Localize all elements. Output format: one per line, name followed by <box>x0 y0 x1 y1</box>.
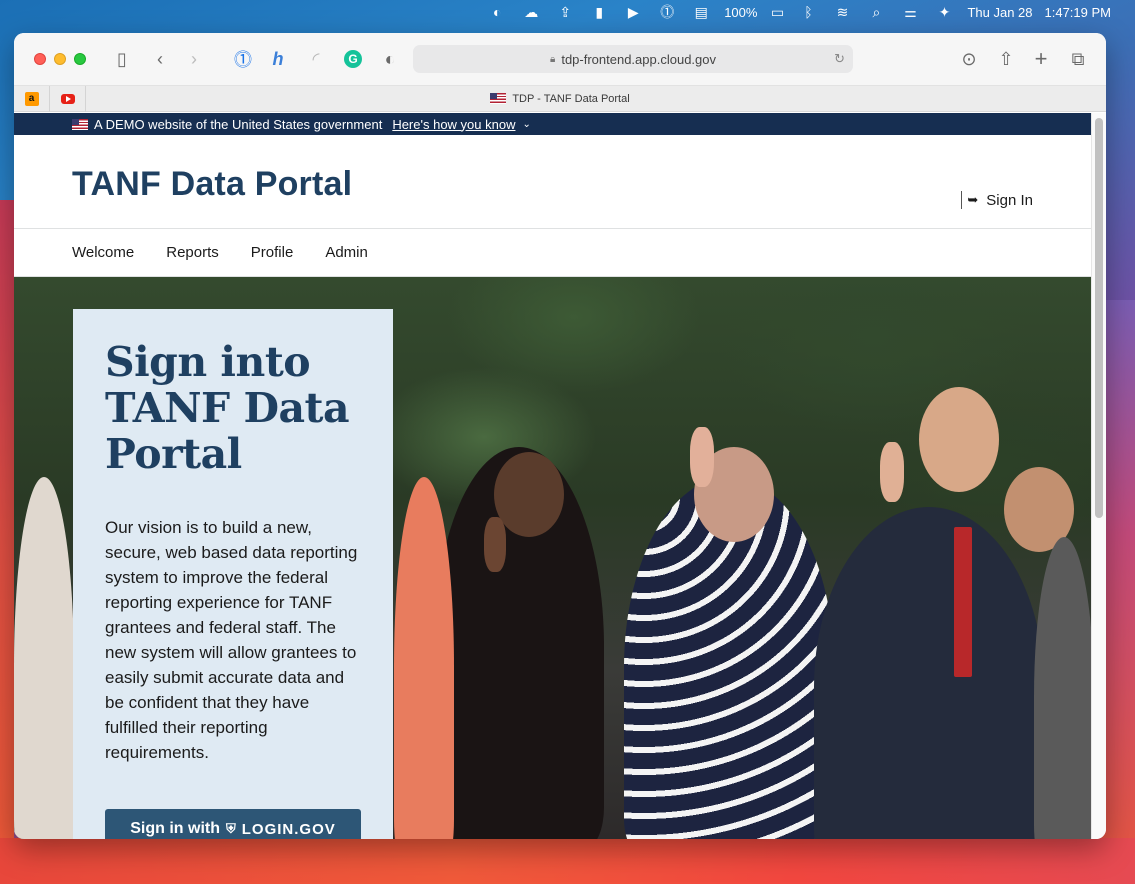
forward-arrow-icon[interactable]: › <box>182 47 206 71</box>
rss-extension-icon[interactable]: ◜ <box>304 47 328 71</box>
desktop-wallpaper-bottom <box>0 838 1135 884</box>
zoom-window-button[interactable] <box>74 53 86 65</box>
gov-banner-text: A DEMO website of the United States gove… <box>94 116 383 132</box>
active-tab[interactable]: TDP - TANF Data Portal <box>14 93 1106 105</box>
sign-in-card: Sign into TANF Data Portal Our vision is… <box>73 309 393 839</box>
bookmark-icon[interactable]: ▮ <box>582 0 616 24</box>
primary-nav: Welcome Reports Profile Admin <box>14 229 1091 277</box>
onepassword-extension-icon[interactable]: ⓵ <box>231 47 255 71</box>
minimize-window-button[interactable] <box>54 53 66 65</box>
sign-in-icon: ➥ <box>967 192 979 207</box>
safari-window: ▯ ‹ › ⓵ h ◜ G ◐ 🔒︎ tdp-frontend.app.clou… <box>14 33 1106 839</box>
us-flag-icon <box>72 118 88 130</box>
onepassword-icon[interactable]: ⓵ <box>650 0 684 24</box>
chevron-down-icon[interactable]: ⌄ <box>522 119 530 130</box>
control-center-icon[interactable]: ⚌ <box>893 0 927 24</box>
tab-title-text: TDP - TANF Data Portal <box>512 92 630 105</box>
siri-icon[interactable]: ✦ <box>927 0 961 24</box>
privacy-shield-icon[interactable]: ◐ <box>378 47 402 71</box>
address-bar[interactable]: 🔒︎ tdp-frontend.app.cloud.gov ↻ <box>413 45 853 73</box>
spotlight-search-icon[interactable]: ⌕ <box>859 0 893 24</box>
wifi-icon[interactable]: ≋ <box>825 0 859 24</box>
battery-percentage[interactable]: 100% <box>718 5 763 20</box>
gov-banner: A DEMO website of the United States gove… <box>14 113 1091 135</box>
hero-heading: Sign into TANF Data Portal <box>105 338 350 478</box>
reload-icon[interactable]: ↻ <box>834 51 845 67</box>
calendar-icon[interactable]: ▤ <box>684 0 718 24</box>
menubar-date[interactable]: Thu Jan 28 <box>961 5 1038 20</box>
login-button-prefix: Sign in with <box>130 820 220 837</box>
honey-extension-icon[interactable]: h <box>266 47 290 71</box>
nav-item-welcome[interactable]: Welcome <box>72 244 134 261</box>
nav-item-admin[interactable]: Admin <box>325 244 368 261</box>
lock-icon: 🔒︎ <box>550 53 556 65</box>
nav-item-profile[interactable]: Profile <box>251 244 294 261</box>
favorites-and-tab-bar: a TDP - TANF Data Portal <box>14 85 1106 112</box>
login-gov-brand: LOGIN.GOV <box>241 820 336 838</box>
grammarly-extension-icon[interactable]: G <box>341 47 365 71</box>
battery-icon[interactable]: ▭ <box>763 0 791 24</box>
close-window-button[interactable] <box>34 53 46 65</box>
icloud-icon[interactable]: ☁ <box>514 0 548 24</box>
web-page: A DEMO website of the United States gove… <box>14 113 1091 839</box>
nav-item-reports[interactable]: Reports <box>166 244 219 261</box>
menubar-time[interactable]: 1:47:19 PM <box>1039 5 1118 20</box>
scrollbar-thumb[interactable] <box>1095 118 1103 518</box>
header-sign-in-link[interactable]: ➥ Sign In <box>961 191 1033 209</box>
sign-in-label: Sign In <box>986 191 1033 209</box>
window-controls <box>34 53 86 65</box>
browser-toolbar: ▯ ‹ › ⓵ h ◜ G ◐ 🔒︎ tdp-frontend.app.clou… <box>14 33 1106 86</box>
us-flag-icon <box>490 93 507 104</box>
tab-overview-icon[interactable]: ⧉ <box>1066 47 1090 71</box>
desktop-wallpaper-left <box>0 200 14 884</box>
login-gov-shield-icon: ⛨ <box>225 821 236 836</box>
bluetooth-icon[interactable]: ᛒ <box>791 0 825 24</box>
hero-section: Sign into TANF Data Portal Our vision is… <box>14 277 1091 839</box>
sign-in-with-login-gov-button[interactable]: Sign in with ⛨ LOGIN.GOV <box>105 809 361 839</box>
site-header: TANF Data Portal ➥ Sign In <box>14 135 1091 229</box>
sidebar-toggle-icon[interactable]: ▯ <box>110 47 134 71</box>
new-tab-plus-icon[interactable]: + <box>1029 46 1053 71</box>
play-circle-icon[interactable]: ▶ <box>616 0 650 24</box>
url-text: tdp-frontend.app.cloud.gov <box>561 51 716 67</box>
how-you-know-link[interactable]: Here's how you know <box>392 117 515 132</box>
hero-description: Our vision is to build a new, secure, we… <box>105 518 358 762</box>
upload-cloud-icon[interactable]: ⇪ <box>548 0 582 24</box>
share-icon[interactable]: ⇧ <box>994 47 1018 71</box>
back-arrow-icon[interactable]: ‹ <box>148 47 172 71</box>
downloads-icon[interactable]: ⊙ <box>957 47 981 71</box>
menu-bar: ◐ ☁ ⇪ ▮ ▶ ⓵ ▤ 100% ▭ ᛒ ≋ ⌕ ⚌ ✦ Thu Jan 2… <box>0 0 1135 24</box>
focus-app-icon[interactable]: ◐ <box>480 0 514 24</box>
site-title[interactable]: TANF Data Portal <box>72 165 352 204</box>
